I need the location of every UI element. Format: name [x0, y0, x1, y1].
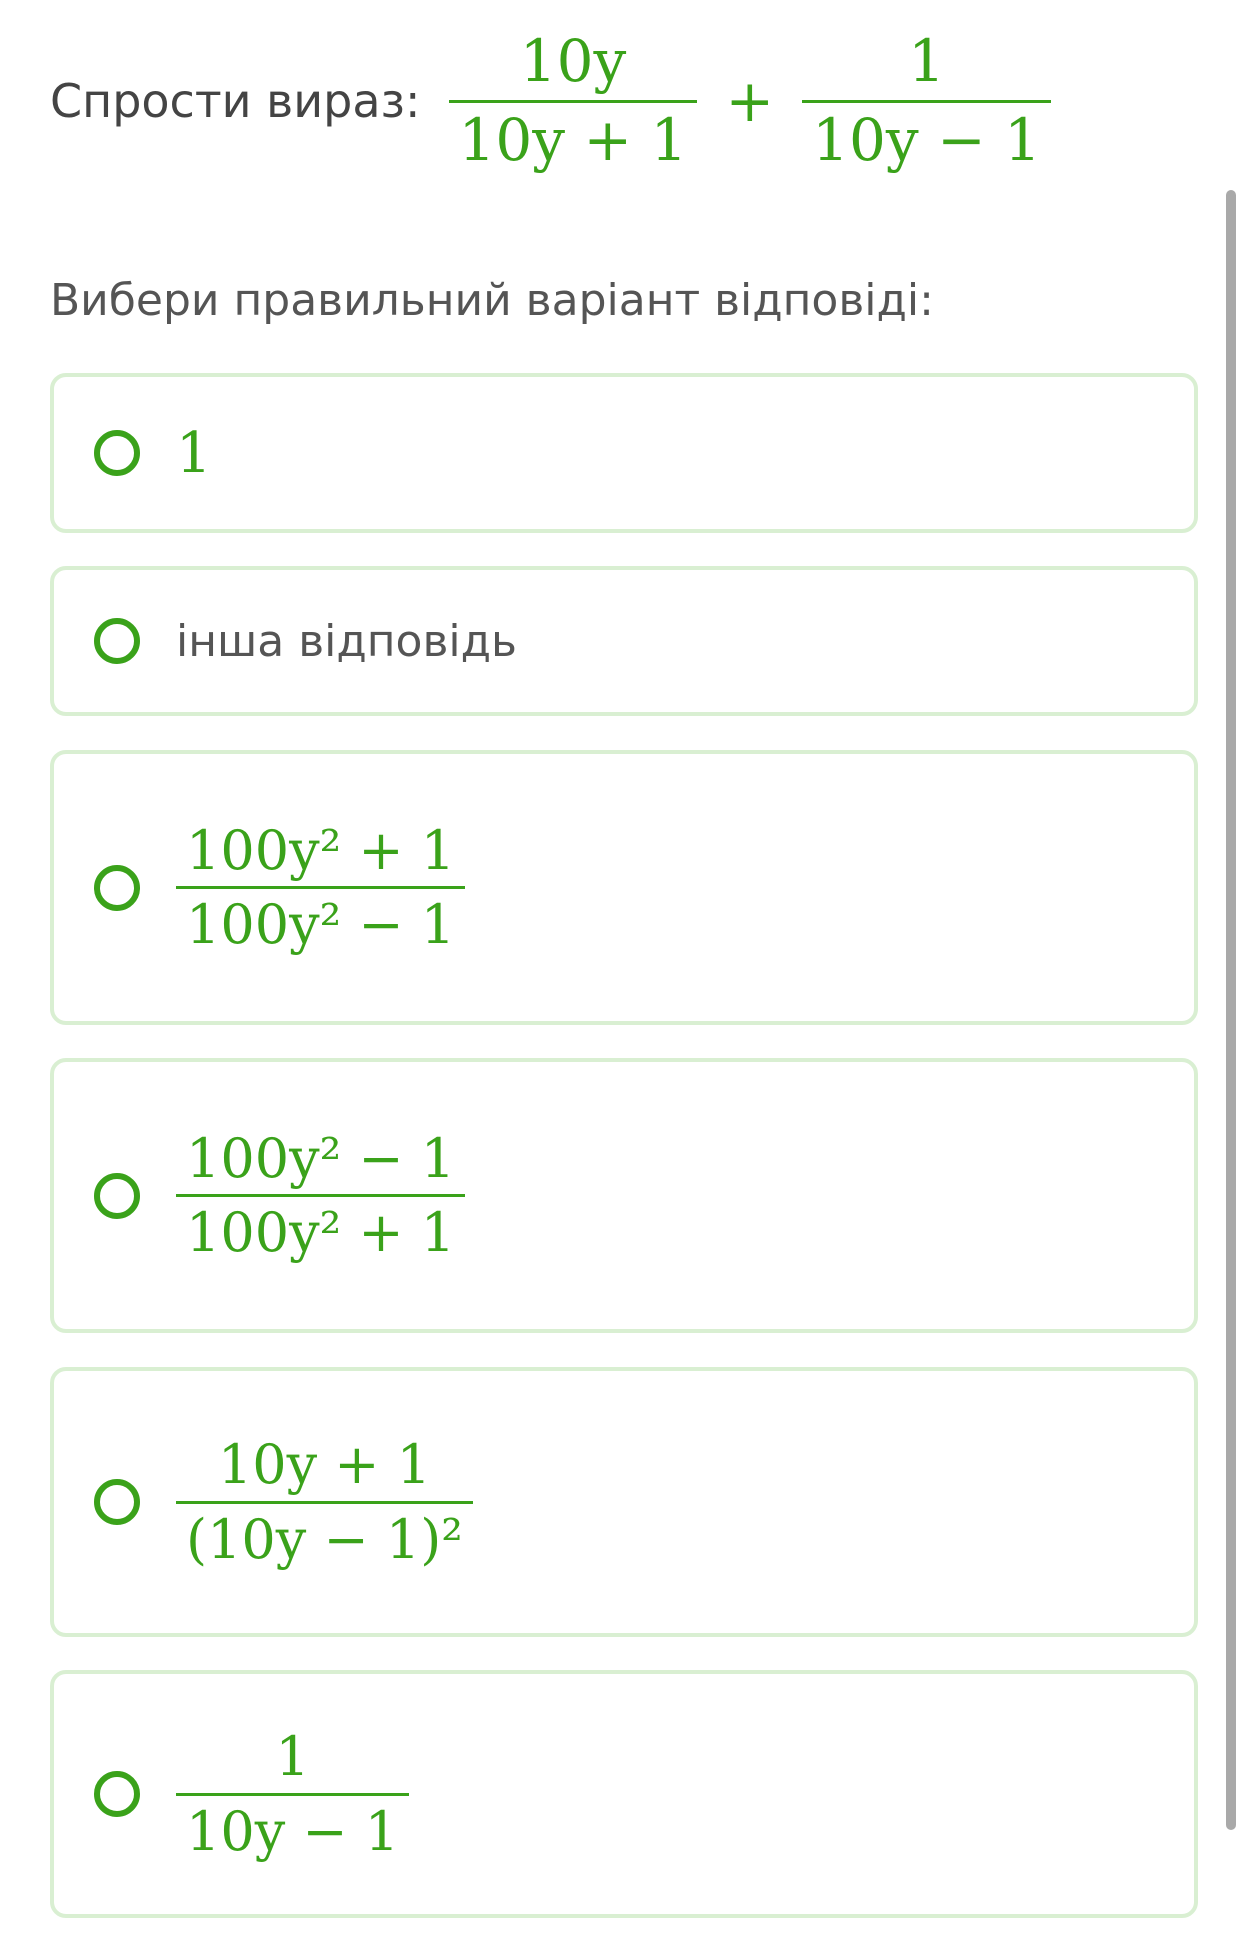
fraction-bar [176, 1792, 410, 1796]
question-term1-fraction: 10y 10y + 1 [448, 27, 698, 174]
question-label: Спрости вираз: [50, 74, 421, 129]
answer-option-4[interactable]: 100y² − 1 100y² + 1 [50, 1058, 1198, 1333]
answer-option-2[interactable]: інша відповідь [50, 566, 1198, 716]
fraction-numerator: 10y [519, 27, 627, 95]
fraction-denominator: 10y − 1 [186, 1799, 400, 1863]
plus-operator: + [725, 67, 775, 136]
fraction-denominator: 10y + 1 [458, 105, 688, 174]
instruction-text: Вибери правильний варіант відповіді: [50, 275, 934, 326]
radio-button[interactable] [94, 864, 140, 911]
answer-option-3[interactable]: 100y² + 1 100y² − 1 [50, 750, 1198, 1025]
radio-button[interactable] [94, 618, 140, 664]
option-label: інша відповідь [176, 615, 517, 667]
answer-option-6[interactable]: 1 10y − 1 [50, 1670, 1198, 1918]
option-fraction: 100y² + 1 100y² − 1 [176, 818, 466, 956]
fraction-numerator: 100y² + 1 [186, 818, 456, 882]
fraction-denominator: 100y² + 1 [186, 1201, 456, 1264]
fraction-bar [448, 99, 698, 103]
question-row: Спрости вираз: 10y 10y + 1 + 1 10y − 1 [50, 27, 1052, 174]
fraction-numerator: 1 [275, 1725, 310, 1789]
radio-button[interactable] [94, 1479, 140, 1525]
option-fraction: 100y² − 1 100y² + 1 [176, 1126, 466, 1264]
fraction-denominator: 100y² − 1 [186, 893, 456, 956]
radio-button[interactable] [94, 1771, 140, 1817]
fraction-bar [176, 886, 466, 889]
radio-button[interactable] [94, 430, 140, 476]
answer-option-5[interactable]: 10y + 1 (10y − 1)² [50, 1367, 1198, 1637]
fraction-numerator: 10y + 1 [217, 1433, 432, 1497]
answer-option-1[interactable]: 1 [50, 373, 1198, 533]
fraction-bar [176, 1194, 466, 1197]
fraction-denominator: (10y − 1)² [186, 1507, 463, 1571]
option-fraction: 1 10y − 1 [176, 1725, 410, 1863]
question-term2-fraction: 1 10y − 1 [802, 27, 1052, 174]
option-fraction: 10y + 1 (10y − 1)² [176, 1435, 473, 1569]
radio-button[interactable] [94, 1172, 140, 1219]
fraction-numerator: 100y² − 1 [186, 1126, 456, 1190]
fraction-denominator: 10y − 1 [812, 105, 1042, 174]
fraction-numerator: 1 [908, 27, 945, 95]
option-label: 1 [176, 420, 212, 486]
fraction-bar [176, 1500, 473, 1504]
fraction-bar [802, 99, 1052, 103]
scrollbar[interactable] [1226, 190, 1236, 1830]
